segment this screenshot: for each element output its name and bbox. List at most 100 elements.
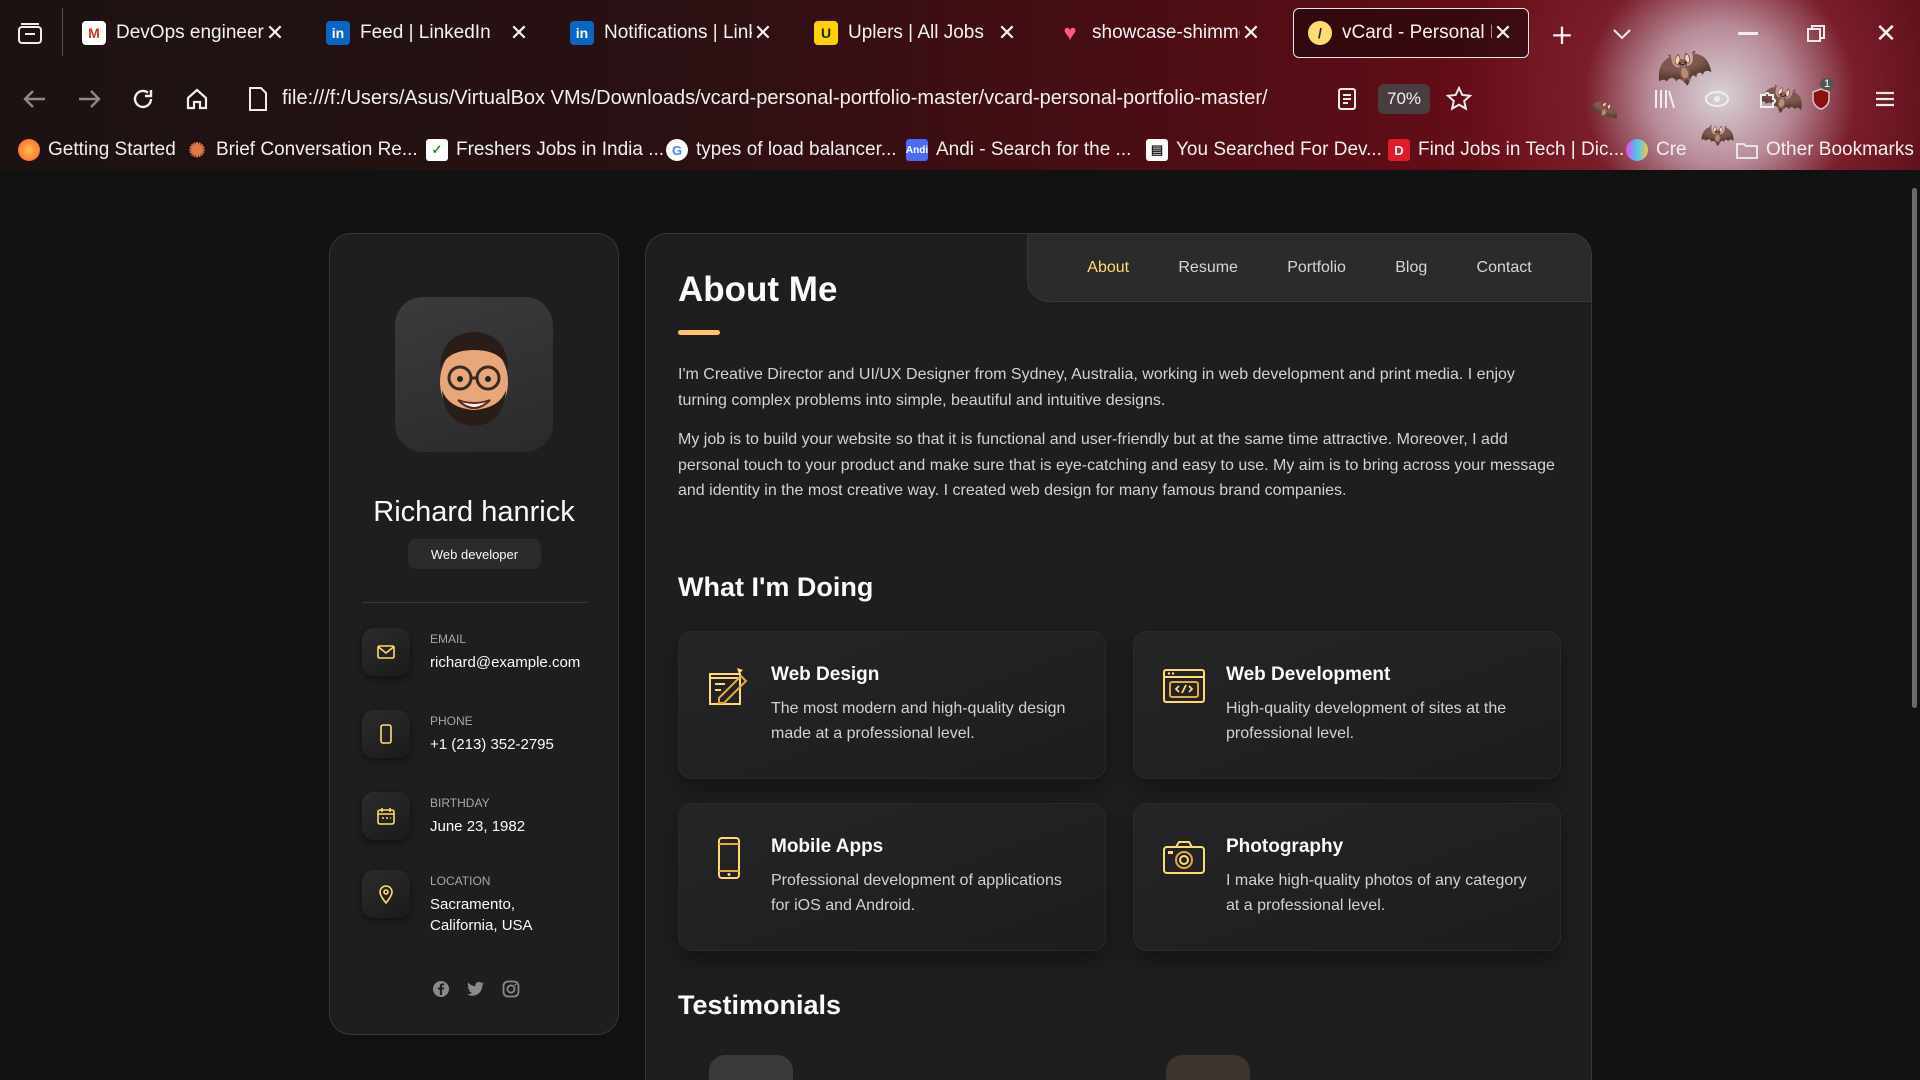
testimonial-avatar: [709, 1055, 793, 1080]
testimonials-title: Testimonials: [678, 990, 842, 1020]
testimonial-avatar: [1166, 1055, 1250, 1080]
reader-view-icon: [1338, 88, 1356, 110]
bookmark-label: Other Bookmarks: [1766, 139, 1914, 160]
shield-icon: [1812, 88, 1830, 110]
about-paragraph: I'm Creative Director and UI/UX Designer…: [678, 366, 1515, 409]
tab-title: vCard - Personal Por: [1342, 22, 1492, 43]
tab-showcase[interactable]: ♥ showcase-shimmer- ✕: [1044, 8, 1276, 58]
chevron-down-icon: [1613, 29, 1631, 40]
service-card-mobile-apps: Mobile Apps Professional development of …: [678, 803, 1106, 951]
twitter-icon[interactable]: [467, 980, 485, 998]
reload-button[interactable]: [128, 84, 158, 114]
nav-resume[interactable]: Resume: [1178, 259, 1238, 277]
reader-view-button[interactable]: [1332, 84, 1362, 114]
about-article: About Resume Portfolio Blog Contact Abou…: [645, 233, 1592, 1080]
tab-divider: [62, 8, 63, 56]
vcard-icon: /: [1308, 21, 1332, 45]
contact-phone: Phone +1 (213) 352-2795: [362, 710, 602, 770]
tabs-tray-icon: [18, 23, 42, 44]
bookmark-freshers-jobs[interactable]: ✓ Freshers Jobs in India ...: [426, 137, 664, 163]
firefox-icon: [18, 139, 40, 161]
close-icon[interactable]: ✕: [752, 21, 774, 46]
home-button[interactable]: [182, 84, 212, 114]
bookmark-label: types of load balancer...: [696, 139, 897, 160]
phone-link[interactable]: +1 (213) 352-2795: [430, 734, 592, 755]
contact-location: Location Sacramento, California, USA: [362, 870, 602, 934]
contact-label: Location: [430, 874, 491, 888]
close-icon[interactable]: ✕: [996, 21, 1018, 46]
bookmark-star-button[interactable]: [1444, 84, 1474, 114]
scrollbar-thumb[interactable]: [1912, 188, 1917, 708]
bookmark-other-bookmarks[interactable]: Other Bookmarks: [1736, 137, 1914, 163]
extensions-button[interactable]: [1754, 84, 1784, 114]
location-icon: [362, 870, 410, 918]
file-icon: [249, 87, 267, 111]
account-button[interactable]: [1702, 84, 1732, 114]
bookmark-label: Brief Conversation Re...: [216, 139, 418, 160]
google-icon: G: [666, 139, 688, 161]
forward-button[interactable]: [74, 84, 104, 114]
tab-overview-button[interactable]: [14, 18, 46, 50]
list-tabs-button[interactable]: [1606, 18, 1638, 50]
bookmark-label: Getting Started: [48, 139, 176, 160]
calendar-icon: [362, 792, 410, 840]
tab-title: showcase-shimmer-: [1092, 22, 1240, 43]
restore-icon: [1807, 25, 1825, 42]
bookmark-label: Freshers Jobs in India ...: [456, 139, 665, 160]
phone-icon: [362, 710, 410, 758]
sparkle-icon: ✺: [188, 139, 206, 162]
address-bar[interactable]: file:///f:/Users/Asus/VirtualBox VMs/Dow…: [248, 78, 1328, 118]
bookmark-load-balancer[interactable]: G types of load balancer...: [666, 137, 897, 163]
ublock-button[interactable]: 1: [1806, 78, 1836, 114]
linkedin-icon: in: [326, 21, 350, 45]
nav-about[interactable]: About: [1087, 259, 1129, 277]
star-icon: [1446, 86, 1472, 111]
service-text: The most modern and high-quality design …: [771, 700, 1066, 742]
bookmark-brief-conversation[interactable]: ✺ Brief Conversation Re...: [186, 137, 418, 163]
service-card-photography: Photography I make high-quality photos o…: [1133, 803, 1561, 951]
close-window-button[interactable]: ✕: [1870, 18, 1902, 50]
close-icon[interactable]: ✕: [264, 21, 286, 46]
tab-linkedin-notifications[interactable]: in Notifications | Linke ✕: [556, 8, 788, 58]
zoom-level-button[interactable]: 70%: [1378, 84, 1430, 114]
library-button[interactable]: [1650, 84, 1680, 114]
service-text: I make high-quality photos of any catego…: [1226, 872, 1527, 914]
camera-icon: [1163, 841, 1205, 874]
new-tab-button[interactable]: +: [1546, 18, 1578, 51]
social-links: [432, 980, 520, 998]
bookmark-dice[interactable]: D Find Jobs in Tech | Dic...: [1388, 137, 1624, 163]
bookmark-cre[interactable]: Cre: [1626, 137, 1687, 163]
page-scrollbar[interactable]: [1906, 170, 1920, 1080]
bookmark-getting-started[interactable]: Getting Started: [18, 137, 176, 163]
minimize-button[interactable]: [1732, 18, 1764, 50]
tab-uplers[interactable]: U Uplers | All Jobs ✕: [800, 8, 1032, 58]
bookmark-andi[interactable]: Andi Andi - Search for the ...: [906, 137, 1131, 163]
instagram-icon[interactable]: [502, 980, 520, 998]
service-title: Mobile Apps: [771, 836, 884, 857]
app-menu-button[interactable]: [1870, 84, 1900, 114]
nav-portfolio[interactable]: Portfolio: [1287, 259, 1346, 277]
browser-chrome: 🦇 🦇 🦇 🦇 M DevOps engineer - a ✕ in Feed …: [0, 0, 1920, 170]
contact-label: Birthday: [430, 796, 490, 810]
page-icon: ▤: [1146, 139, 1168, 161]
contact-email: Email richard@example.com: [362, 628, 602, 688]
hamburger-icon: [1876, 91, 1894, 107]
uplers-icon: U: [814, 21, 838, 45]
avatar: [395, 297, 553, 452]
restore-button[interactable]: [1800, 18, 1832, 50]
facebook-icon[interactable]: [432, 980, 450, 998]
service-title: Web Development: [1226, 664, 1391, 685]
nav-blog[interactable]: Blog: [1395, 259, 1427, 277]
tab-title: Feed | LinkedIn: [360, 22, 491, 43]
back-button[interactable]: [20, 84, 50, 114]
tab-linkedin-feed[interactable]: in Feed | LinkedIn ✕: [312, 8, 544, 58]
tab-vcard[interactable]: / vCard - Personal Por ✕: [1293, 8, 1529, 58]
close-icon[interactable]: ✕: [508, 21, 530, 46]
bookmark-you-searched[interactable]: ▤ You Searched For Dev...: [1146, 137, 1382, 163]
tab-gmail[interactable]: M DevOps engineer - a ✕: [68, 8, 300, 58]
email-link[interactable]: richard@example.com: [430, 652, 592, 673]
close-icon[interactable]: ✕: [1240, 21, 1262, 46]
nav-contact[interactable]: Contact: [1477, 259, 1532, 277]
close-icon[interactable]: ✕: [1492, 21, 1514, 46]
location-value: Sacramento, California, USA: [430, 896, 533, 934]
